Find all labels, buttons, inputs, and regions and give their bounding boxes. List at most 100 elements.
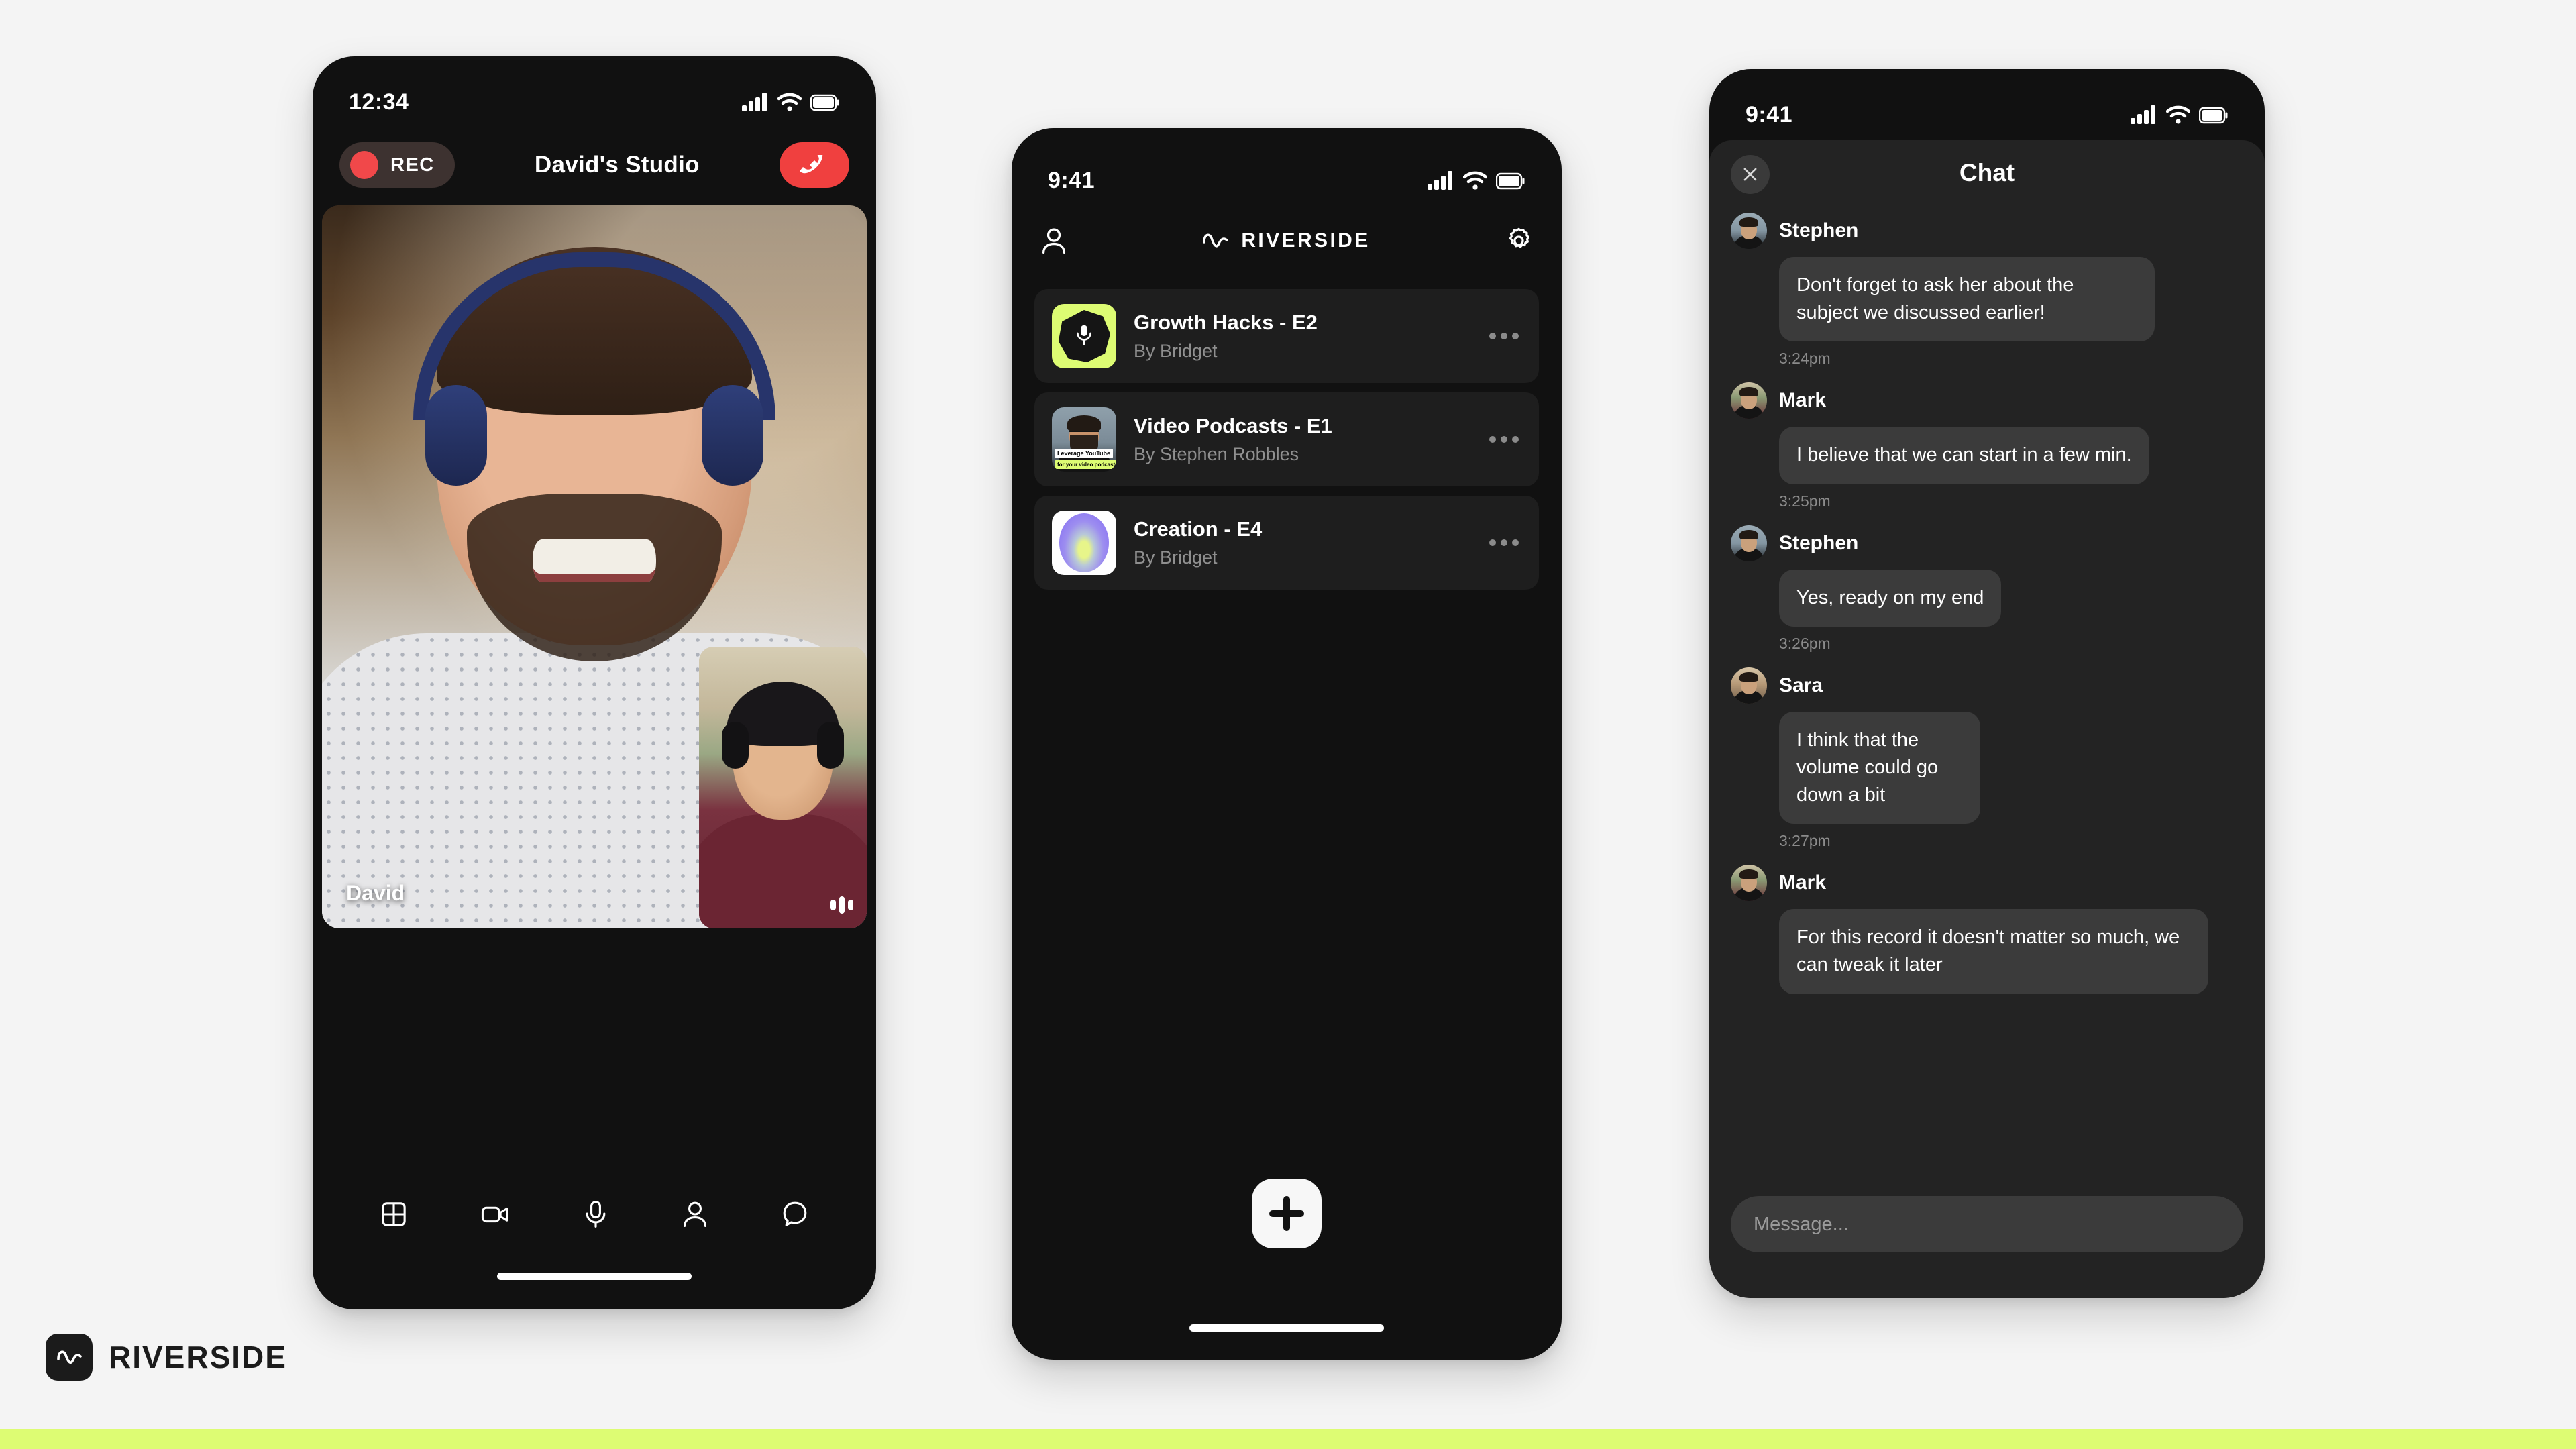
status-bar: 12:34 xyxy=(313,56,876,130)
battery-icon xyxy=(810,94,839,111)
chat-message: Sara I think that the volume could go do… xyxy=(1731,667,2243,851)
status-icons xyxy=(2131,105,2229,124)
person-icon xyxy=(684,1201,706,1227)
main-video-stage[interactable]: David xyxy=(322,205,867,928)
chat-button[interactable] xyxy=(780,1199,810,1229)
settings-button[interactable] xyxy=(1504,226,1534,256)
riverside-brand-logo: RIVERSIDE xyxy=(46,1334,287,1381)
grid-layout-icon xyxy=(382,1202,406,1226)
new-recording-button[interactable] xyxy=(1252,1179,1322,1248)
microphone-button[interactable] xyxy=(582,1199,610,1229)
recording-author: By Bridget xyxy=(1134,341,1218,361)
chat-author: Sara xyxy=(1779,674,1823,696)
message-input-placeholder: Message... xyxy=(1754,1213,1849,1235)
cellular-signal-icon xyxy=(742,93,767,111)
chat-author: Mark xyxy=(1779,871,1827,894)
chat-phone: 9:41 Chat Stephen Don't forget to ask he… xyxy=(1709,69,2265,1298)
pip-headphone-left xyxy=(722,722,749,769)
page-title: Chat xyxy=(1959,159,2015,186)
screenshot-canvas: 12:34 REC David's Studio David 9:41 RIVE… xyxy=(0,0,2576,1449)
hangup-button[interactable] xyxy=(780,142,849,188)
app-logo: RIVERSIDE xyxy=(1201,229,1370,252)
orb-thumb xyxy=(1052,511,1116,575)
hangup-phone-icon xyxy=(800,155,822,173)
list-item[interactable]: Creation - E4 By Bridget xyxy=(1034,496,1539,590)
library-header: RIVERSIDE xyxy=(1012,207,1562,274)
cellular-signal-icon xyxy=(2131,105,2155,124)
chat-bubble: I believe that we can start in a few min… xyxy=(1779,427,2149,484)
status-icons xyxy=(742,93,840,111)
wifi-icon xyxy=(1463,171,1487,190)
microphone-icon xyxy=(1077,325,1091,345)
person-icon xyxy=(1042,228,1066,254)
thumb-caption-line2: for your video podcast xyxy=(1055,460,1116,469)
status-time: 9:41 xyxy=(1746,101,1793,127)
call-toolbar xyxy=(313,1199,876,1229)
waveform-icon xyxy=(46,1334,93,1381)
avatar xyxy=(1731,667,1767,704)
list-item[interactable]: Leverage YouTube for your video podcast … xyxy=(1034,392,1539,486)
chat-message-header: Mark xyxy=(1731,382,2243,419)
profile-button[interactable] xyxy=(1040,226,1068,256)
camera-button[interactable] xyxy=(480,1199,511,1229)
avatar xyxy=(1731,382,1767,419)
gear-icon xyxy=(1509,227,1530,248)
thumb-caption-line1: Leverage YouTube xyxy=(1055,449,1114,458)
chat-message-header: Stephen xyxy=(1731,525,2243,561)
chat-author: Stephen xyxy=(1779,219,1859,241)
recording-author: By Bridget xyxy=(1134,547,1218,568)
app-logo-text: RIVERSIDE xyxy=(1241,229,1371,252)
waveform-icon xyxy=(1203,233,1229,248)
avatar xyxy=(1731,213,1767,249)
more-horizontal-icon[interactable] xyxy=(1487,323,1521,349)
chat-author: Stephen xyxy=(1779,531,1859,554)
chat-bubble-icon xyxy=(783,1201,807,1226)
more-horizontal-icon[interactable] xyxy=(1487,427,1521,452)
chat-timestamp: 3:25pm xyxy=(1779,492,1831,510)
layout-button[interactable] xyxy=(379,1199,409,1229)
chat-message: Mark For this record it doesn't matter s… xyxy=(1731,865,2243,994)
chat-author: Mark xyxy=(1779,389,1827,412)
video-subject-headphone-left xyxy=(425,385,487,486)
audio-levels-icon xyxy=(830,896,853,914)
list-item-meta: Video Podcasts - E1 By Stephen Robbles xyxy=(1134,414,1469,465)
chat-bubble: For this record it doesn't matter so muc… xyxy=(1779,909,2208,994)
video-subject-mouth xyxy=(533,539,656,582)
status-bar: 9:41 xyxy=(1012,128,1562,207)
library-phone: 9:41 RIVERSIDE Growth Hacks - E2 By Brid… xyxy=(1012,128,1562,1360)
chat-message-header: Sara xyxy=(1731,667,2243,704)
home-indicator xyxy=(497,1273,692,1280)
video-camera-icon xyxy=(481,1206,508,1223)
chat-timestamp: 3:24pm xyxy=(1779,350,1831,368)
chat-message: Stephen Don't forget to ask her about th… xyxy=(1731,213,2243,368)
status-bar: 9:41 xyxy=(1709,69,2265,140)
battery-icon xyxy=(2199,107,2228,124)
status-time: 9:41 xyxy=(1048,167,1095,193)
battery-icon xyxy=(1496,172,1525,190)
avatar xyxy=(1731,525,1767,561)
photo-thumb: Leverage YouTube for your video podcast xyxy=(1052,407,1116,472)
chat-timestamp: 3:27pm xyxy=(1779,832,1831,850)
studio-title: David's Studio xyxy=(534,152,700,178)
recording-status-pill[interactable]: REC xyxy=(339,142,455,188)
microphone-icon xyxy=(586,1201,606,1228)
more-horizontal-icon[interactable] xyxy=(1487,530,1521,555)
chat-message-list[interactable]: Stephen Don't forget to ask her about th… xyxy=(1709,213,2265,994)
pip-video-tile[interactable] xyxy=(699,647,867,928)
chat-message-header: Mark xyxy=(1731,865,2243,902)
chat-timestamp: 3:26pm xyxy=(1779,634,1831,652)
participants-button[interactable] xyxy=(681,1199,709,1229)
home-indicator xyxy=(1189,1324,1384,1332)
chat-message: Mark I believe that we can start in a fe… xyxy=(1731,382,2243,510)
wifi-icon xyxy=(777,93,802,111)
video-subject-headphone-right xyxy=(702,385,763,486)
chat-message: Stephen Yes, ready on my end 3:26pm xyxy=(1731,525,2243,653)
recording-title: Creation - E4 xyxy=(1134,517,1263,541)
list-item[interactable]: Growth Hacks - E2 By Bridget xyxy=(1034,289,1539,383)
list-item-meta: Creation - E4 By Bridget xyxy=(1134,517,1469,568)
chat-panel: Chat Stephen Don't forget to ask her abo… xyxy=(1709,140,2265,1298)
status-icons xyxy=(1428,171,1525,190)
message-input[interactable]: Message... xyxy=(1731,1196,2243,1252)
participant-name-label: David xyxy=(346,881,405,905)
call-top-bar: REC David's Studio xyxy=(313,130,876,200)
